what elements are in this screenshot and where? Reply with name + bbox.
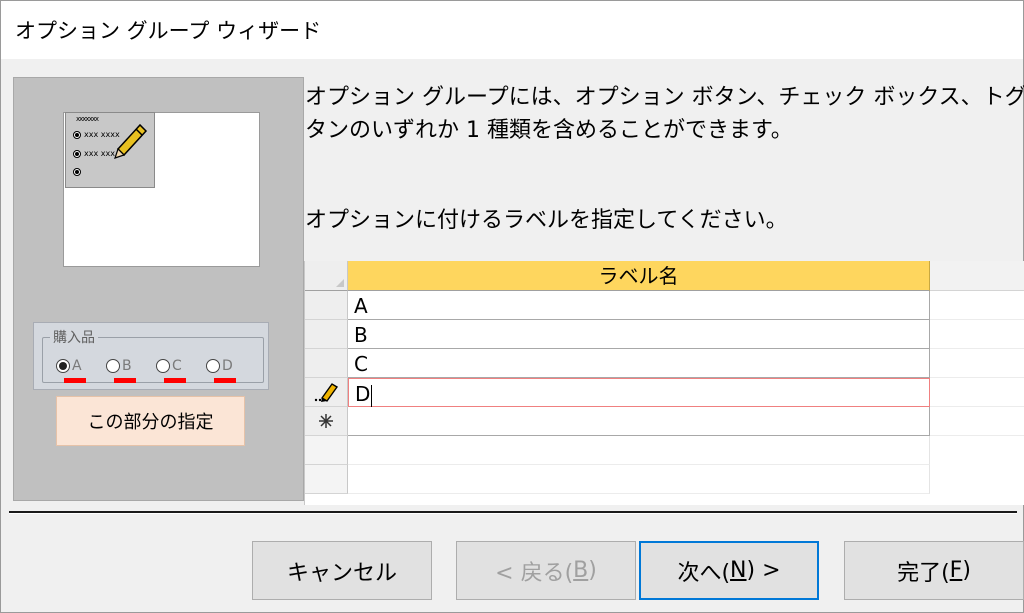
radio-unchecked-icon [156,359,170,373]
instruction-line: タンのいずれか 1 種類を含めることができます。 [305,118,793,143]
button-label: ) > [746,558,781,583]
radio-option-b: B [106,355,156,383]
title-bar: オプション グループ ウィザード [1,1,1023,59]
mini-radio-icon [73,130,81,139]
select-all-corner[interactable] [305,261,348,291]
access-key: N [730,558,747,583]
option-group-wizard-window: オプション グループ ウィザード xxxxxxx xxx xxxx xxx xx… [0,0,1024,613]
radio-option-a: A [56,355,106,383]
footer-separator [9,511,1017,514]
label-highlight-mark [114,378,136,383]
sample-option-group-graphic: xxxxxxx xxx xxxx xxx xxx [65,112,155,188]
group-legend: 購入品 [50,327,98,347]
button-label: キャンセル [286,560,397,586]
label-prompt: オプションに付けるラベルを指定してください。 [305,208,788,233]
instruction-text: オプション グループには、オプション ボタン、チェック ボックス、トグル ボ タ… [305,81,1024,147]
label-cell[interactable]: B [348,320,930,349]
next-button[interactable]: 次へ(N) > [639,541,819,600]
new-row-cell[interactable] [348,407,930,436]
radio-option-c: C [156,355,206,383]
empty-header [930,261,1024,291]
option-label: A [72,358,82,374]
grid-empty-area [930,320,1024,349]
grid-empty-area [930,349,1024,378]
button-label: ) [588,558,597,583]
option-group-preview: 購入品 A B C D [33,322,269,390]
row-selector-blank [305,436,348,465]
button-label: < 戻る( [495,560,574,586]
mini-radio-icon [73,149,81,158]
label-cell-editing[interactable]: D [348,378,930,407]
window-title: オプション グループ ウィザード [15,19,322,43]
pencil-icon [114,123,148,159]
column-header-label-name[interactable]: ラベル名 [348,261,930,291]
option-label: B [122,358,132,374]
cell-text: D [355,382,371,406]
radio-options: A B C D [56,355,256,383]
asterisk-icon [319,414,333,428]
label-highlight-mark [64,378,86,383]
blank-grid-area [348,436,930,465]
radio-unchecked-icon [106,359,120,373]
radio-unchecked-icon [206,359,220,373]
radio-checked-icon [56,359,70,373]
label-cell[interactable]: C [348,349,930,378]
row-selector[interactable] [305,349,348,378]
mini-radio-icon [73,168,81,176]
annotation-note: この部分の指定 [56,396,245,446]
row-selector[interactable] [305,291,348,320]
grid-empty-area [930,291,1024,320]
sample-row: xxx xxx [73,149,115,158]
back-button[interactable]: < 戻る(B) [456,541,636,600]
access-key: F [949,558,963,583]
button-label: 次へ( [677,560,731,586]
label-cell[interactable]: A [348,291,930,320]
instruction-line: オプション グループには、オプション ボタン、チェック ボックス、トグル ボ [305,85,1024,110]
pencil-icon [314,383,339,402]
label-grid: ラベル名 A B C D [304,261,1024,505]
option-label: D [222,358,233,374]
cancel-button[interactable]: キャンセル [252,541,432,600]
row-selector-editing[interactable] [305,378,348,407]
preview-panel: xxxxxxx xxx xxxx xxx xxx 購入品 A B C D この部… [13,77,304,501]
finish-button[interactable]: 完了(F) [844,541,1024,600]
row-selector[interactable] [305,320,348,349]
sample-caption: xxxxxxx [76,115,99,123]
button-label: 完了( [897,560,950,586]
option-label: C [172,358,182,374]
grid-empty-area [930,407,1024,436]
label-highlight-mark [164,378,186,383]
text-caret [371,384,373,407]
row-selector-blank [305,465,348,494]
label-highlight-mark [214,378,236,383]
row-selector-new[interactable] [305,407,348,436]
sample-row [73,168,84,176]
blank-grid-area [348,465,930,494]
button-label: ) [962,558,971,583]
access-key: B [573,558,589,583]
grid-empty-area [930,378,1024,407]
radio-option-d: D [206,355,256,383]
